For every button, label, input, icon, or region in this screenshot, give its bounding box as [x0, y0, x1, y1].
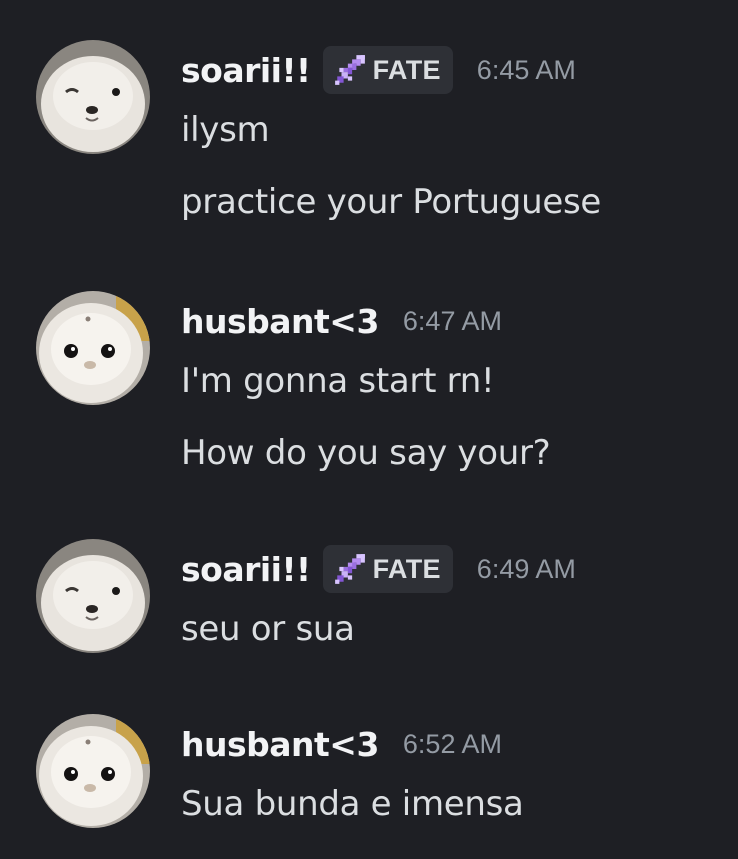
message-header: soarii!! FATE: [181, 40, 576, 100]
user-avatar[interactable]: [36, 40, 150, 154]
role-tag-label: FATE: [372, 54, 441, 85]
seal-plush-winking-avatar: [36, 539, 150, 653]
seal-plush-avatar: [36, 714, 150, 828]
message-text: How do you say your?: [181, 433, 551, 473]
message-text: I'm gonna start rn!: [181, 361, 495, 401]
user-avatar[interactable]: [36, 714, 150, 828]
role-tag[interactable]: FATE: [322, 545, 453, 593]
role-tag-label: FATE: [372, 553, 441, 584]
role-tag[interactable]: FATE: [322, 46, 453, 94]
username[interactable]: husbant<3: [181, 302, 379, 341]
message-header: soarii!! FATE: [181, 539, 576, 599]
message-text: ilysm: [181, 110, 270, 150]
user-avatar[interactable]: [36, 291, 150, 405]
username[interactable]: soarii!!: [181, 51, 311, 90]
username[interactable]: soarii!!: [181, 550, 311, 589]
pixel-sword-icon: [334, 55, 365, 85]
timestamp: 6:45 AM: [476, 54, 576, 85]
message-text: practice your Portuguese: [181, 182, 601, 222]
user-avatar[interactable]: [36, 539, 150, 653]
timestamp: 6:47 AM: [402, 305, 502, 336]
timestamp: 6:49 AM: [476, 553, 576, 584]
message-header: husbant<3 6:52 AM: [181, 714, 502, 774]
timestamp: 6:52 AM: [402, 728, 502, 759]
message-header: husbant<3 6:47 AM: [181, 291, 502, 351]
chat-log: soarii!! FATE 6:45 AM ilysm practice you…: [0, 0, 738, 859]
seal-plush-winking-avatar: [36, 40, 150, 154]
seal-plush-avatar: [36, 291, 150, 405]
message-text: Sua bunda e imensa: [181, 784, 524, 824]
pixel-sword-icon: [334, 554, 365, 584]
message-text: seu or sua: [181, 609, 355, 649]
username[interactable]: husbant<3: [181, 725, 379, 764]
